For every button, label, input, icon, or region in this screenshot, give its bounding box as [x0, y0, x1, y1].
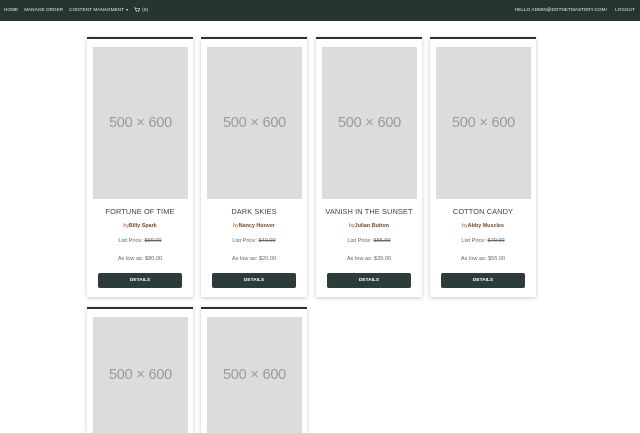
product-image-placeholder: 500 × 600: [322, 47, 417, 199]
author-name: Nancy Hoover: [238, 223, 275, 229]
product-as-low-as: As low as: $20.00: [231, 256, 277, 262]
list-price-value: $99.00: [144, 238, 162, 244]
author-name: Julian Button: [354, 223, 390, 229]
product-as-low-as: As low as: $55.00: [460, 256, 506, 262]
product-image-placeholder: 500 × 600: [207, 317, 302, 433]
details-button[interactable]: DETAILS: [327, 273, 411, 288]
product-author: byBilly Spark: [87, 223, 193, 229]
product-card: 500 × 600: [87, 307, 193, 433]
product-list-price: List Price: $55.00: [316, 238, 422, 244]
product-as-low-as: As low as: $35.00: [346, 256, 392, 262]
product-card: 500 × 600 COTTON CANDY byAbby Muscles Li…: [430, 37, 536, 297]
list-price-label: List Price:: [118, 238, 145, 244]
product-list-price: List Price: $70.00: [430, 238, 536, 244]
details-button[interactable]: DETAILS: [212, 273, 296, 288]
product-title: VANISH IN THE SUNSET: [325, 207, 413, 216]
list-price-label: List Price:: [232, 238, 259, 244]
product-image-placeholder: 500 × 600: [436, 47, 531, 199]
list-price-value: $40.00: [258, 238, 276, 244]
product-author: byJulian Button: [316, 223, 422, 229]
product-author: byNancy Hoover: [201, 223, 307, 229]
product-card: 500 × 600 FORTUNE OF TIME byBilly Spark …: [87, 37, 193, 297]
author-name: Abby Muscles: [467, 223, 504, 229]
product-title: DARK SKIES: [231, 207, 277, 216]
details-button[interactable]: DETAILS: [441, 273, 525, 288]
product-as-low-as: As low as: $80.00: [117, 256, 163, 262]
product-list-price: List Price: $40.00: [201, 238, 307, 244]
product-image-placeholder: 500 × 600: [93, 317, 188, 433]
product-card: 500 × 600 DARK SKIES byNancy Hoover List…: [201, 37, 307, 297]
product-image-placeholder: 500 × 600: [93, 47, 188, 199]
product-title: FORTUNE OF TIME: [105, 207, 175, 216]
details-button[interactable]: DETAILS: [98, 273, 182, 288]
product-image-placeholder: 500 × 600: [207, 47, 302, 199]
product-title: COTTON CANDY: [452, 207, 514, 216]
product-card: 500 × 600 VANISH IN THE SUNSET byJulian …: [316, 37, 422, 297]
product-card: 500 × 600: [201, 307, 307, 433]
list-price-value: $55.00: [373, 238, 391, 244]
product-grid: 500 × 600 FORTUNE OF TIME byBilly Spark …: [0, 0, 640, 433]
list-price-label: List Price:: [461, 238, 488, 244]
product-list-price: List Price: $99.00: [87, 238, 193, 244]
author-name: Billy Spark: [128, 223, 157, 229]
product-author: byAbby Muscles: [430, 223, 536, 229]
list-price-value: $70.00: [487, 238, 505, 244]
list-price-label: List Price:: [347, 238, 374, 244]
